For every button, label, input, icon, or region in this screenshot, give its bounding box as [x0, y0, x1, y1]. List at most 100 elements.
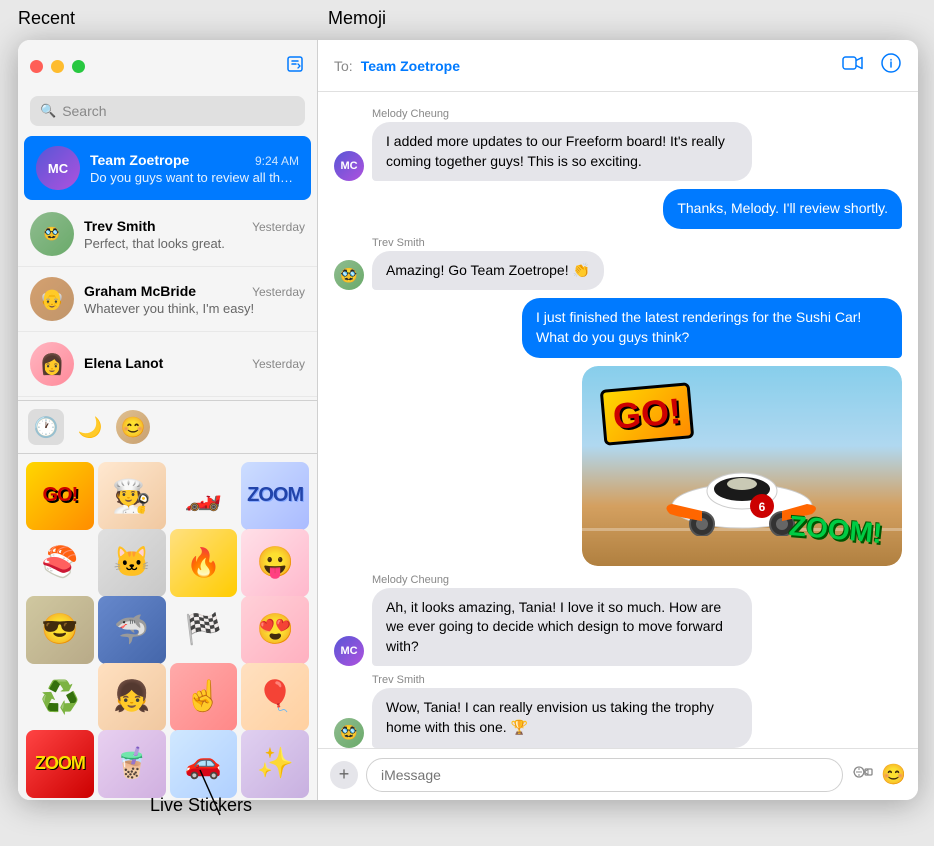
traffic-lights	[30, 60, 85, 73]
emoji-picker-icon[interactable]: 😊	[881, 762, 906, 787]
sender-label-m1: Melody Cheung	[372, 108, 752, 120]
conv-preview-trev-smith: Perfect, that looks great.	[84, 236, 305, 251]
message-group-m2: Thanks, Melody. I'll review shortly.	[334, 189, 902, 229]
avatar-melody-1: MC	[334, 151, 364, 181]
add-attachment-button[interactable]: +	[330, 761, 358, 789]
conv-preview-graham-mcbride: Whatever you think, I'm easy!	[84, 301, 305, 316]
message-group-m3: 🥸 Trev Smith Amazing! Go Team Zoetrope! …	[334, 237, 902, 291]
search-placeholder: Search	[62, 103, 106, 119]
sticker-zoom[interactable]: ZOOM	[241, 462, 309, 530]
chat-header-left: To: Team Zoetrope	[334, 58, 460, 74]
bubble-m3: Amazing! Go Team Zoetrope! 👏	[372, 251, 604, 291]
conversation-item-elena-lanot[interactable]: 👩 Elena Lanot Yesterday	[18, 332, 317, 397]
conversation-item-graham-mcbride[interactable]: 👴 Graham McBride Yesterday Whatever you …	[18, 267, 317, 332]
conv-info-elena-lanot: Elena Lanot Yesterday	[84, 355, 305, 373]
sticker-balloon[interactable]: 🎈	[241, 663, 309, 731]
sticker-cat[interactable]: 🐱	[98, 529, 166, 597]
sender-label-m7: Trev Smith	[372, 674, 752, 686]
sticker-zoom2[interactable]: ZOOM	[26, 730, 94, 798]
compose-button[interactable]	[285, 54, 305, 79]
sticker-memoji-girl[interactable]: 👧	[98, 663, 166, 731]
bubble-m1: I added more updates to our Freeform boa…	[372, 122, 752, 181]
conv-name-team-zoetrope: Team Zoetrope	[90, 152, 189, 168]
sticker-fire-car[interactable]: 🔥	[170, 529, 238, 597]
close-button[interactable]	[30, 60, 43, 73]
conv-preview-team-zoetrope: Do you guys want to review all the rende…	[90, 170, 299, 185]
message-group-m4: I just finished the latest renderings fo…	[334, 298, 902, 357]
sticker-grid: GO! 🧑‍🍳 🏎️ ZOOM 🍣 🐱 🔥 😛 😎 🦈 🏁 😍 ♻️ 👧 ☝️	[18, 454, 317, 800]
sticker-foam-finger[interactable]: ☝️	[170, 663, 238, 731]
avatar-trev-smith: 🥸	[30, 212, 74, 256]
conv-name-graham-mcbride: Graham McBride	[84, 283, 196, 299]
sticker-boba[interactable]: 🧋	[98, 730, 166, 798]
avatar-melody-2: MC	[334, 636, 364, 666]
message-group-m7: 🥸 Trev Smith Wow, Tania! I can really en…	[334, 674, 902, 747]
bubble-m4: I just finished the latest renderings fo…	[522, 298, 902, 357]
app-window: 🔍 Search MC Team Zoetrope 9:24 AM Do you…	[18, 40, 918, 800]
conv-time-trev-smith: Yesterday	[252, 220, 305, 234]
conversation-item-team-zoetrope[interactable]: MC Team Zoetrope 9:24 AM Do you guys wan…	[24, 136, 311, 200]
search-icon: 🔍	[40, 103, 56, 119]
conversation-item-trev-smith[interactable]: 🥸 Trev Smith Yesterday Perfect, that loo…	[18, 202, 317, 267]
sticker-tabs: 🕐 🌙 😊	[18, 401, 317, 454]
message-group-m5: 6	[334, 366, 902, 566]
svg-text:6: 6	[759, 500, 766, 514]
chat-recipient: Team Zoetrope	[361, 58, 460, 74]
conv-time-team-zoetrope: 9:24 AM	[255, 154, 299, 168]
sticker-go[interactable]: GO!	[26, 462, 94, 530]
sticker-shark[interactable]: 🦈	[98, 596, 166, 664]
conv-time-elena-lanot: Yesterday	[252, 357, 305, 371]
sushi-car-image-message: 6	[582, 366, 902, 566]
sticker-checkered[interactable]: 🏁	[170, 596, 238, 664]
messages-area: MC Melody Cheung I added more updates to…	[318, 92, 918, 748]
sticker-tab-recent[interactable]: 🕐	[28, 409, 64, 445]
sticker-panel: 🕐 🌙 😊 GO! 🧑‍🍳 🏎️ ZOOM 🍣 🐱 🔥 😛 😎 🦈	[18, 400, 317, 800]
image-go-sticker: GO!	[600, 382, 695, 446]
sticker-cool-person[interactable]: 😎	[26, 596, 94, 664]
sticker-tab-moon[interactable]: 🌙	[72, 409, 108, 445]
titlebar	[18, 40, 317, 92]
bubble-m6: Ah, it looks amazing, Tania! I love it s…	[372, 588, 752, 667]
audio-record-icon[interactable]	[851, 763, 873, 786]
avatar-graham-mcbride: 👴	[30, 277, 74, 321]
conv-name-elena-lanot: Elena Lanot	[84, 355, 163, 371]
search-bar[interactable]: 🔍 Search	[30, 96, 305, 126]
conv-time-graham-mcbride: Yesterday	[252, 285, 305, 299]
sender-label-m3: Trev Smith	[372, 237, 604, 249]
message-input[interactable]	[366, 758, 843, 792]
conv-info-graham-mcbride: Graham McBride Yesterday Whatever you th…	[84, 283, 305, 316]
conv-info-trev-smith: Trev Smith Yesterday Perfect, that looks…	[84, 218, 305, 251]
message-group-m6: MC Melody Cheung Ah, it looks amazing, T…	[334, 574, 902, 667]
conv-name-trev-smith: Trev Smith	[84, 218, 156, 234]
sticker-recycle[interactable]: ♻️	[26, 663, 94, 731]
minimize-button[interactable]	[51, 60, 64, 73]
sushi-car-image: 6	[582, 366, 902, 566]
recent-annotation: Recent	[18, 8, 75, 29]
maximize-button[interactable]	[72, 60, 85, 73]
avatar-trev-2: 🥸	[334, 718, 364, 748]
video-call-icon[interactable]	[842, 55, 864, 76]
sticker-tab-memoji[interactable]: 😊	[116, 410, 150, 444]
sticker-heart-eyes[interactable]: 😍	[241, 596, 309, 664]
avatar-trev-1: 🥸	[334, 260, 364, 290]
sticker-racing-car[interactable]: 🏎️	[170, 462, 238, 530]
conversation-list: MC Team Zoetrope 9:24 AM Do you guys wan…	[18, 134, 317, 400]
chat-header-right	[842, 52, 902, 79]
avatar-team-zoetrope: MC	[36, 146, 80, 190]
message-group-m1: MC Melody Cheung I added more updates to…	[334, 108, 902, 181]
avatar-elena-lanot: 👩	[30, 342, 74, 386]
info-icon[interactable]	[880, 52, 902, 79]
sidebar: 🔍 Search MC Team Zoetrope 9:24 AM Do you…	[18, 40, 318, 800]
sender-label-m6: Melody Cheung	[372, 574, 752, 586]
message-input-area: + 😊	[318, 748, 918, 800]
sticker-sushi[interactable]: 🍣	[26, 529, 94, 597]
conv-info-team-zoetrope: Team Zoetrope 9:24 AM Do you guys want t…	[90, 152, 299, 185]
chat-area: To: Team Zoetrope	[318, 40, 918, 800]
memoji-annotation: Memoji	[328, 8, 386, 29]
sticker-memoji-sparkle[interactable]: ✨	[241, 730, 309, 798]
to-label: To:	[334, 58, 353, 74]
sticker-girl-tongue[interactable]: 😛	[241, 529, 309, 597]
sticker-memoji-chef[interactable]: 🧑‍🍳	[98, 462, 166, 530]
bubble-m7: Wow, Tania! I can really envision us tak…	[372, 688, 752, 747]
sticker-blue-car[interactable]: 🚗	[170, 730, 238, 798]
